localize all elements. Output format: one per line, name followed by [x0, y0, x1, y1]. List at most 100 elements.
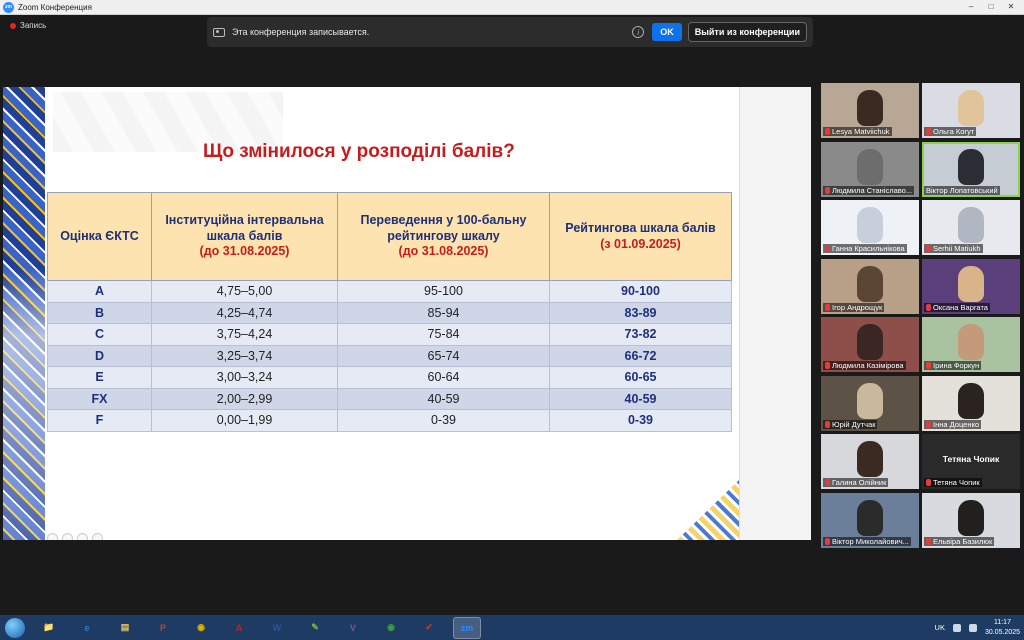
- participant-tile[interactable]: Ельвіра Базилюк: [922, 492, 1020, 548]
- zoom-app-icon[interactable]: zm: [453, 616, 481, 639]
- participant-tile[interactable]: Інна Доценко: [922, 375, 1020, 431]
- close-button[interactable]: ✕: [1002, 1, 1020, 13]
- participant-name-label: Serhii Matiukh: [924, 244, 983, 253]
- clock-date: 30.05.2025: [984, 628, 1020, 636]
- chrome2-app-icon[interactable]: ◉: [377, 617, 405, 639]
- participant-name-label: Ольга Когут: [924, 127, 977, 136]
- hundred-scale-cell: 95-100: [337, 280, 550, 303]
- participant-name-label: Тетяна Чопик: [924, 478, 982, 487]
- table-row: FX 2,00–2,99 40-59 40-59: [47, 387, 732, 410]
- table-row: D 3,25–3,74 65-74 66-72: [47, 344, 732, 367]
- participant-tile[interactable]: Serhii Matiukh: [922, 200, 1020, 255]
- mic-muted-icon: [825, 362, 830, 369]
- participant-tile[interactable]: Ганна Красильнікова: [821, 200, 919, 255]
- network-icon[interactable]: [952, 623, 961, 632]
- mic-muted-icon: [926, 479, 931, 486]
- record-camera-icon: [213, 27, 225, 37]
- rating-scale-cell: 60-65: [549, 366, 732, 389]
- recording-indicator: Запись: [10, 21, 46, 30]
- participant-name-label: Ігор Андрощук: [823, 302, 885, 312]
- participant-tile[interactable]: Ольга Когут: [922, 83, 1020, 138]
- acrobat-app-icon[interactable]: A: [225, 617, 253, 639]
- viber-app-icon[interactable]: V: [339, 617, 367, 639]
- start-button[interactable]: [0, 615, 30, 640]
- participant-name: Галина Олійник: [832, 478, 887, 487]
- folder-app-icon[interactable]: ▤: [111, 617, 139, 639]
- language-indicator[interactable]: UK: [935, 623, 945, 632]
- institutional-score-cell: 4,75–5,00: [151, 280, 338, 303]
- participant-video: [958, 499, 984, 536]
- word-app-icon[interactable]: W: [263, 617, 291, 639]
- ects-grade-cell: B: [47, 301, 152, 324]
- more-tool-icon[interactable]: [92, 533, 103, 540]
- hundred-scale-cell: 65-74: [337, 344, 550, 367]
- participant-tile[interactable]: Оксана Варгата: [922, 258, 1020, 314]
- hundred-scale-cell: 85-94: [337, 301, 550, 324]
- chrome-app-icon[interactable]: ◉: [187, 617, 215, 639]
- clock-time: 11:17: [993, 618, 1011, 626]
- mic-muted-icon: [926, 303, 931, 311]
- paint-app-icon[interactable]: ✎: [301, 617, 329, 639]
- rating-scale-cell: 66-72: [549, 344, 732, 367]
- participant-tile[interactable]: Віктор Миколайович...: [821, 492, 919, 548]
- header-ects: Оцінка ЄКТС: [47, 192, 152, 281]
- tool-app-icon[interactable]: ✔: [415, 617, 443, 639]
- participant-tile[interactable]: Людмила Казімірова: [821, 317, 919, 372]
- ok-button[interactable]: OK: [652, 23, 682, 41]
- meeting-stage: Запись Эта конференция записывается. i O…: [0, 15, 1024, 615]
- windows-taskbar: 📁 e ▤ P ◉ A W ✎ V ◉ ✔ zm UK 11:17 30.05.2025: [0, 615, 1024, 640]
- pointer-tool-icon[interactable]: [47, 533, 58, 540]
- participant-name-label: Галина Олійник: [823, 478, 889, 487]
- participant-video: [857, 382, 883, 419]
- powerpoint-app-icon[interactable]: P: [149, 617, 177, 639]
- participant-name: Serhii Matiukh: [933, 244, 981, 253]
- participant-name: Оксана Варгата: [933, 302, 988, 312]
- rating-scale-cell: 90-100: [549, 280, 732, 303]
- participant-name-label: Юрій Дутчак: [823, 419, 878, 429]
- participant-name: Ігор Андрощук: [832, 302, 883, 312]
- participant-name-label: Інна Доценко: [924, 419, 982, 429]
- participant-tile[interactable]: Галина Олійник: [821, 434, 919, 489]
- minimize-button[interactable]: –: [962, 1, 980, 13]
- participant-video: [857, 324, 883, 360]
- participant-tile[interactable]: Ігор Андрощук: [821, 258, 919, 314]
- table-row: A 4,75–5,00 95-100 90-100: [47, 280, 732, 303]
- info-icon[interactable]: i: [632, 26, 645, 38]
- participant-video: [958, 90, 984, 126]
- hundred-scale-cell: 0-39: [337, 409, 550, 432]
- slide-side-panel: [739, 87, 811, 540]
- participant-name: Віктор Миколайович...: [832, 536, 909, 546]
- volume-icon[interactable]: [968, 623, 977, 632]
- table-row: F 0,00–1,99 0-39 0-39: [47, 409, 732, 432]
- mic-muted-icon: [926, 420, 931, 428]
- participant-tile[interactable]: Ірина Форкун: [922, 317, 1020, 372]
- participant-tile[interactable]: Віктор Лопатовський: [922, 141, 1020, 197]
- explorer-app-icon[interactable]: 📁: [35, 617, 63, 639]
- participant-name-label: Віктор Лопатовський: [924, 185, 1000, 195]
- participant-name: Ірина Форкун: [933, 361, 980, 370]
- institutional-score-cell: 3,00–3,24: [151, 366, 338, 389]
- maximize-button[interactable]: □: [982, 1, 1000, 13]
- participant-name: Віктор Лопатовський: [926, 185, 998, 195]
- leave-meeting-button[interactable]: Выйти из конференции: [687, 22, 807, 42]
- participant-name-label: Ганна Красильнікова: [823, 244, 907, 253]
- participant-tile[interactable]: Людмила Станіславо...: [821, 141, 919, 197]
- participant-tile[interactable]: Тетяна Чопик Тетяна Чопик: [922, 434, 1020, 489]
- institutional-score-cell: 0,00–1,99: [151, 409, 338, 432]
- hundred-scale-cell: 75-84: [337, 323, 550, 346]
- pen-tool-icon[interactable]: [62, 533, 73, 540]
- zoom-tool-icon[interactable]: [77, 533, 88, 540]
- participant-video: [958, 265, 984, 302]
- participant-video: [958, 207, 984, 243]
- participant-name: Інна Доценко: [933, 419, 980, 429]
- table-header-row: Оцінка ЄКТС Інституційна інтервальна шка…: [47, 192, 732, 281]
- participant-name-label: Ельвіра Базилюк: [924, 536, 995, 546]
- table-row: E 3,00–3,24 60-64 60-65: [47, 366, 732, 389]
- mic-muted-icon: [926, 245, 931, 252]
- clock[interactable]: 11:17 30.05.2025: [985, 618, 1020, 638]
- slide-ornament-left: [3, 87, 45, 540]
- participant-tile[interactable]: Lesya Matviichuk: [821, 83, 919, 138]
- ie-app-icon[interactable]: e: [73, 617, 101, 639]
- participant-tile[interactable]: Юрій Дутчак: [821, 375, 919, 431]
- participant-name: Юрій Дутчак: [832, 419, 876, 429]
